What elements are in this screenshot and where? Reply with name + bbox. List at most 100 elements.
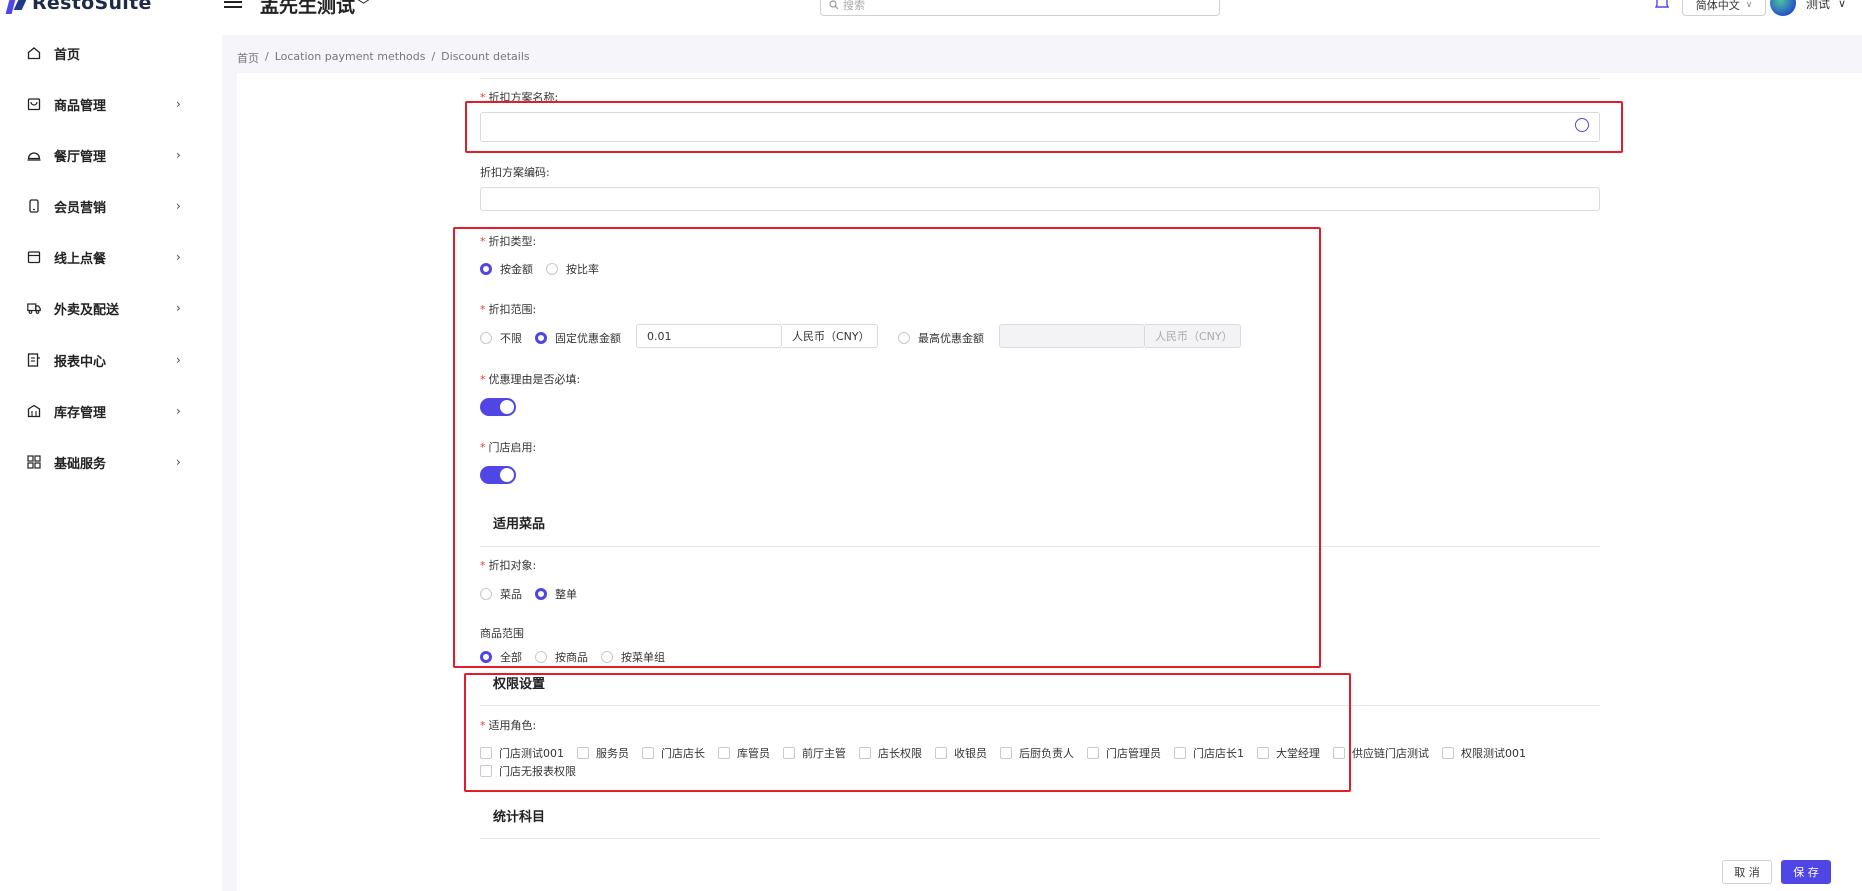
sidebar-item-label: 基础服务 (54, 456, 107, 472)
role-label: 权限测试001 (1461, 747, 1526, 760)
discount-target-label: * 折扣对象: (480, 559, 537, 572)
sidebar-item-label: 餐厅管理 (54, 149, 107, 165)
cloche-icon (27, 148, 41, 162)
breadcrumb-separator: / (431, 50, 436, 63)
checkbox-box[interactable] (935, 747, 947, 759)
role-checkbox[interactable]: 门店店长1 (1174, 745, 1244, 761)
role-checkbox[interactable]: 服务员 (577, 745, 629, 761)
sidebar-item-restaurant[interactable]: 餐厅管理 › (0, 135, 222, 175)
sidebar-item-inventory[interactable]: 库存管理 › (0, 391, 222, 431)
radio-max-amount[interactable] (898, 332, 910, 344)
checkbox-box[interactable] (480, 747, 492, 759)
role-checkbox[interactable]: 收银员 (935, 745, 987, 761)
role-checkbox[interactable]: 大堂经理 (1257, 745, 1320, 761)
chevron-right-icon: › (176, 455, 181, 469)
checkbox-box[interactable] (783, 747, 795, 759)
radio-scope-by-menu-group[interactable] (601, 651, 613, 663)
role-checkbox[interactable]: 供应链门店测试 (1333, 745, 1429, 761)
discount-type-label: * 折扣类型: (480, 235, 537, 248)
role-label: 门店店长 (661, 747, 705, 760)
section-title-permissions: 权限设置 (493, 677, 546, 692)
checkbox-box[interactable] (1000, 747, 1012, 759)
breadcrumb-home[interactable]: 首页 (237, 50, 259, 66)
sidebar-item-basic-services[interactable]: 基础服务 › (0, 442, 222, 482)
sidebar-item-label: 首页 (54, 47, 81, 63)
chevron-right-icon: › (176, 97, 181, 111)
checkbox-box[interactable] (642, 747, 654, 759)
cancel-button[interactable]: 取 消 (1722, 860, 1772, 884)
radio-unlimited[interactable] (480, 332, 492, 344)
radio-target-whole-order[interactable] (535, 588, 547, 600)
checkbox-box[interactable] (1087, 747, 1099, 759)
store-enabled-toggle[interactable] (480, 466, 516, 484)
sidebar-item-label: 库存管理 (54, 405, 107, 421)
warehouse-icon (27, 404, 41, 418)
scheme-code-label: 折扣方案编码: (480, 166, 550, 179)
role-checkbox[interactable]: 权限测试001 (1442, 745, 1526, 761)
checkbox-box[interactable] (718, 747, 730, 759)
role-checkbox[interactable]: 店长权限 (859, 745, 922, 761)
search-placeholder: 搜索 (843, 0, 865, 12)
save-button[interactable]: 保 存 (1781, 860, 1831, 884)
chevron-right-icon: › (176, 301, 181, 315)
sidebar-item-label: 外卖及配送 (54, 302, 120, 318)
role-checkbox[interactable]: 门店店长 (642, 745, 705, 761)
checkbox-box[interactable] (1333, 747, 1345, 759)
language-select[interactable]: 简体中文 ∨ (1682, 0, 1766, 16)
store-selector[interactable]: 孟先生测试 ﹀ (260, 0, 370, 18)
role-checkbox[interactable]: 前厅主管 (783, 745, 846, 761)
fixed-amount-input[interactable]: 0.01 (636, 324, 782, 348)
top-bar: RestoSuite 孟先生测试 ﹀ 搜索 简体中文 ∨ 测试 ∨ (0, 0, 1862, 22)
role-checkbox[interactable]: 库管员 (718, 745, 770, 761)
radio-fixed-amount[interactable] (535, 332, 547, 344)
scheme-code-input[interactable] (480, 187, 1600, 211)
checkbox-box[interactable] (1442, 747, 1454, 759)
checkbox-box[interactable] (577, 747, 589, 759)
role-checkbox[interactable]: 后厨负责人 (1000, 745, 1074, 761)
role-label: 服务员 (596, 747, 629, 760)
product-scope-label: 商品范围 (480, 627, 524, 640)
radio-scope-by-product[interactable] (535, 651, 547, 663)
checkbox-box[interactable] (1257, 747, 1269, 759)
sidebar-item-online-order[interactable]: 线上点餐 › (0, 237, 222, 277)
discount-range-max: 最高优惠金额 (898, 330, 984, 346)
max-amount-input[interactable] (999, 324, 1145, 348)
radio-target-dish[interactable] (480, 588, 492, 600)
radio-label: 按商品 (555, 651, 588, 664)
bell-icon[interactable] (1654, 0, 1670, 12)
radio-by-amount[interactable] (480, 263, 492, 275)
scheme-name-input[interactable] (480, 112, 1600, 142)
sidebar-item-label: 商品管理 (54, 98, 107, 114)
sidebar-item-products[interactable]: 商品管理 › (0, 84, 222, 124)
breadcrumb-current: Discount details (441, 50, 530, 63)
chevron-right-icon: › (176, 199, 181, 213)
radio-by-ratio[interactable] (546, 263, 558, 275)
role-label: 供应链门店测试 (1352, 747, 1429, 760)
search-input[interactable]: 搜索 (820, 0, 1220, 16)
sidebar-item-delivery[interactable]: 外卖及配送 › (0, 288, 222, 328)
translate-icon[interactable] (1575, 118, 1589, 132)
bag-icon (27, 97, 41, 111)
radio-label: 按菜单组 (621, 651, 665, 664)
sidebar-item-reports[interactable]: 报表中心 › (0, 340, 222, 380)
avatar[interactable] (1770, 0, 1796, 16)
role-label: 后厨负责人 (1019, 747, 1074, 760)
role-checkbox[interactable]: 门店测试001 (480, 745, 564, 761)
role-checkbox[interactable]: 门店管理员 (1087, 745, 1161, 761)
radio-label: 按比率 (566, 263, 599, 276)
grid-icon (27, 455, 41, 469)
checkbox-box[interactable] (1174, 747, 1186, 759)
role-checkbox[interactable]: 门店无报表权限 (480, 763, 576, 779)
logo[interactable]: RestoSuite (5, 0, 152, 15)
breadcrumb-payment-methods[interactable]: Location payment methods (275, 50, 426, 66)
checkbox-box[interactable] (480, 765, 492, 777)
discount-type-group: 按金额 按比率 (480, 261, 599, 277)
user-menu[interactable]: 测试 ∨ (1806, 0, 1846, 12)
role-label: 门店管理员 (1106, 747, 1161, 760)
checkbox-box[interactable] (859, 747, 871, 759)
sidebar-item-membership[interactable]: 会员营销 › (0, 186, 222, 226)
sidebar-item-home[interactable]: 首页 (0, 33, 222, 73)
radio-scope-all[interactable] (480, 651, 492, 663)
reason-required-toggle[interactable] (480, 398, 516, 416)
hamburger-menu-icon[interactable] (224, 0, 242, 12)
